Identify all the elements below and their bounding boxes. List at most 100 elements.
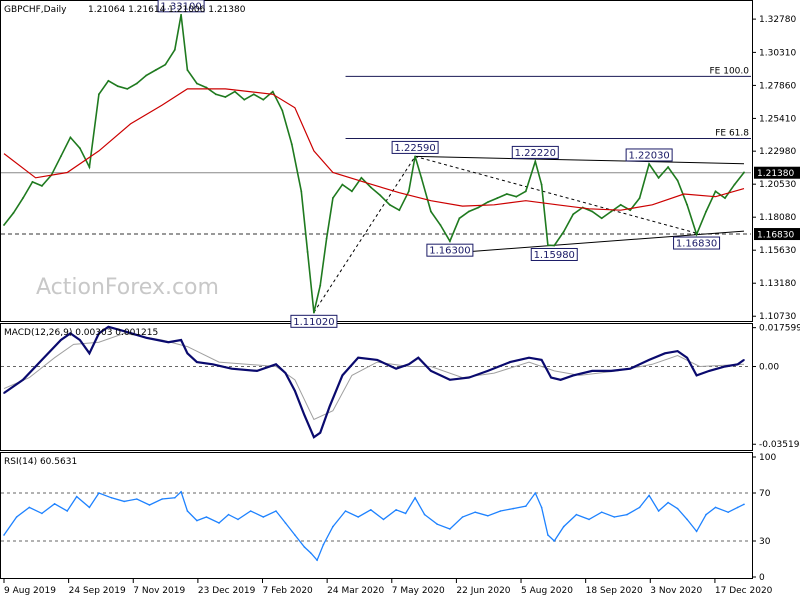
- rsi-point: [322, 543, 325, 546]
- current-price-label: 1.21380: [757, 169, 794, 179]
- macd-point: [430, 370, 432, 372]
- price-annotation-label: 1.22030: [628, 150, 669, 161]
- rsi-point: [110, 497, 113, 499]
- y-tick-label: 1.32780: [759, 15, 796, 25]
- price-point: [173, 48, 176, 51]
- y-tick-label: 70: [759, 489, 771, 499]
- rsi-point: [218, 522, 220, 524]
- price-point: [300, 190, 303, 193]
- price-point: [360, 176, 363, 179]
- macd-point: [328, 405, 331, 408]
- price-point: [398, 209, 401, 212]
- price-point: [22, 197, 24, 199]
- macd-point: [284, 372, 287, 374]
- y-tick-label: 1.22980: [759, 147, 796, 157]
- price-annotation-label: 1.16830: [676, 239, 717, 250]
- y-tick-label: -0.035194: [759, 440, 800, 450]
- x-tick-label: 17 Dec 2020: [715, 586, 773, 596]
- rsi-point: [161, 498, 163, 500]
- price-point: [629, 209, 632, 212]
- x-tick-label: 7 Feb 2020: [263, 586, 314, 596]
- rsi-point: [15, 516, 18, 518]
- rsi-point: [382, 518, 385, 521]
- rsi-point: [332, 525, 334, 528]
- price-point: [97, 93, 100, 96]
- price-point: [638, 197, 641, 199]
- rsi-point: [676, 507, 679, 510]
- y-tick-label: 1.30310: [759, 48, 796, 58]
- macd-point: [487, 370, 489, 372]
- price-point: [547, 244, 549, 247]
- x-tick-label: 3 Nov 2020: [650, 586, 702, 596]
- price-point: [407, 190, 410, 193]
- rsi-point: [205, 516, 208, 518]
- price-point: [562, 230, 565, 233]
- macd-point: [319, 431, 322, 434]
- macd-point: [275, 363, 277, 366]
- fibonacci-extension-label: FE 61.8: [715, 128, 749, 138]
- macd-point: [468, 376, 470, 379]
- price-point: [610, 210, 613, 213]
- y-tick-label: 1.20530: [759, 180, 796, 190]
- rsi-point: [227, 513, 230, 516]
- rsi-point: [553, 540, 556, 542]
- price-point: [420, 176, 423, 179]
- price-point: [196, 82, 198, 85]
- price-point: [271, 90, 274, 93]
- y-tick-label: 1.10730: [759, 312, 796, 322]
- y-tick-label: 1.15630: [759, 246, 796, 256]
- price-point: [205, 86, 208, 89]
- price-point: [78, 147, 81, 150]
- rsi-point: [344, 510, 347, 512]
- price-point: [572, 213, 575, 216]
- price-point: [534, 160, 537, 163]
- price-point: [262, 98, 265, 101]
- y-tick-label: 1.13180: [759, 279, 796, 289]
- rsi-point: [524, 505, 527, 508]
- rsi-point: [461, 516, 464, 518]
- rsi-point: [53, 503, 56, 505]
- macd-point: [313, 436, 315, 438]
- macd-point: [736, 363, 739, 366]
- price-point: [505, 193, 508, 195]
- y-tick-label: 1.27860: [759, 81, 796, 91]
- macd-point: [376, 359, 378, 361]
- macd-point: [664, 352, 666, 355]
- rsi-point: [249, 510, 252, 512]
- x-tick-label: 7 Nov 2019: [133, 586, 185, 596]
- macd-point: [196, 361, 198, 363]
- macd-point: [743, 359, 745, 361]
- price-point: [12, 211, 15, 214]
- macd-point: [407, 363, 410, 366]
- price-point: [414, 155, 417, 158]
- rsi-point: [613, 516, 616, 518]
- rsi-point: [638, 506, 641, 509]
- macd-point: [79, 339, 81, 341]
- rsi-point: [686, 518, 688, 521]
- price-point: [619, 203, 622, 206]
- price-point: [733, 183, 736, 186]
- macd-point: [591, 370, 594, 372]
- rsi-point: [316, 559, 318, 561]
- rsi-point: [180, 491, 182, 493]
- x-tick-label: 24 Mar 2020: [327, 586, 384, 596]
- price-annotation-label: 1.11020: [293, 317, 334, 328]
- macd-point: [550, 376, 552, 379]
- price-point: [331, 197, 334, 199]
- rsi-point: [414, 497, 416, 499]
- macd-title: MACD(12,26,9) 0.00303 0.001215: [4, 328, 158, 338]
- price-point: [88, 166, 91, 168]
- rsi-point: [575, 513, 578, 516]
- rsi-point: [395, 509, 397, 511]
- price-point: [553, 244, 556, 247]
- macd-point: [303, 414, 306, 416]
- price-point: [233, 90, 236, 93]
- rsi-point: [657, 510, 660, 512]
- rsi-point: [136, 498, 138, 500]
- rsi-point: [186, 510, 189, 512]
- macd-point: [572, 374, 575, 377]
- price-point: [714, 190, 717, 193]
- price-point: [458, 217, 461, 220]
- y-tick-label: 1.18080: [759, 213, 796, 223]
- price-point: [667, 166, 670, 168]
